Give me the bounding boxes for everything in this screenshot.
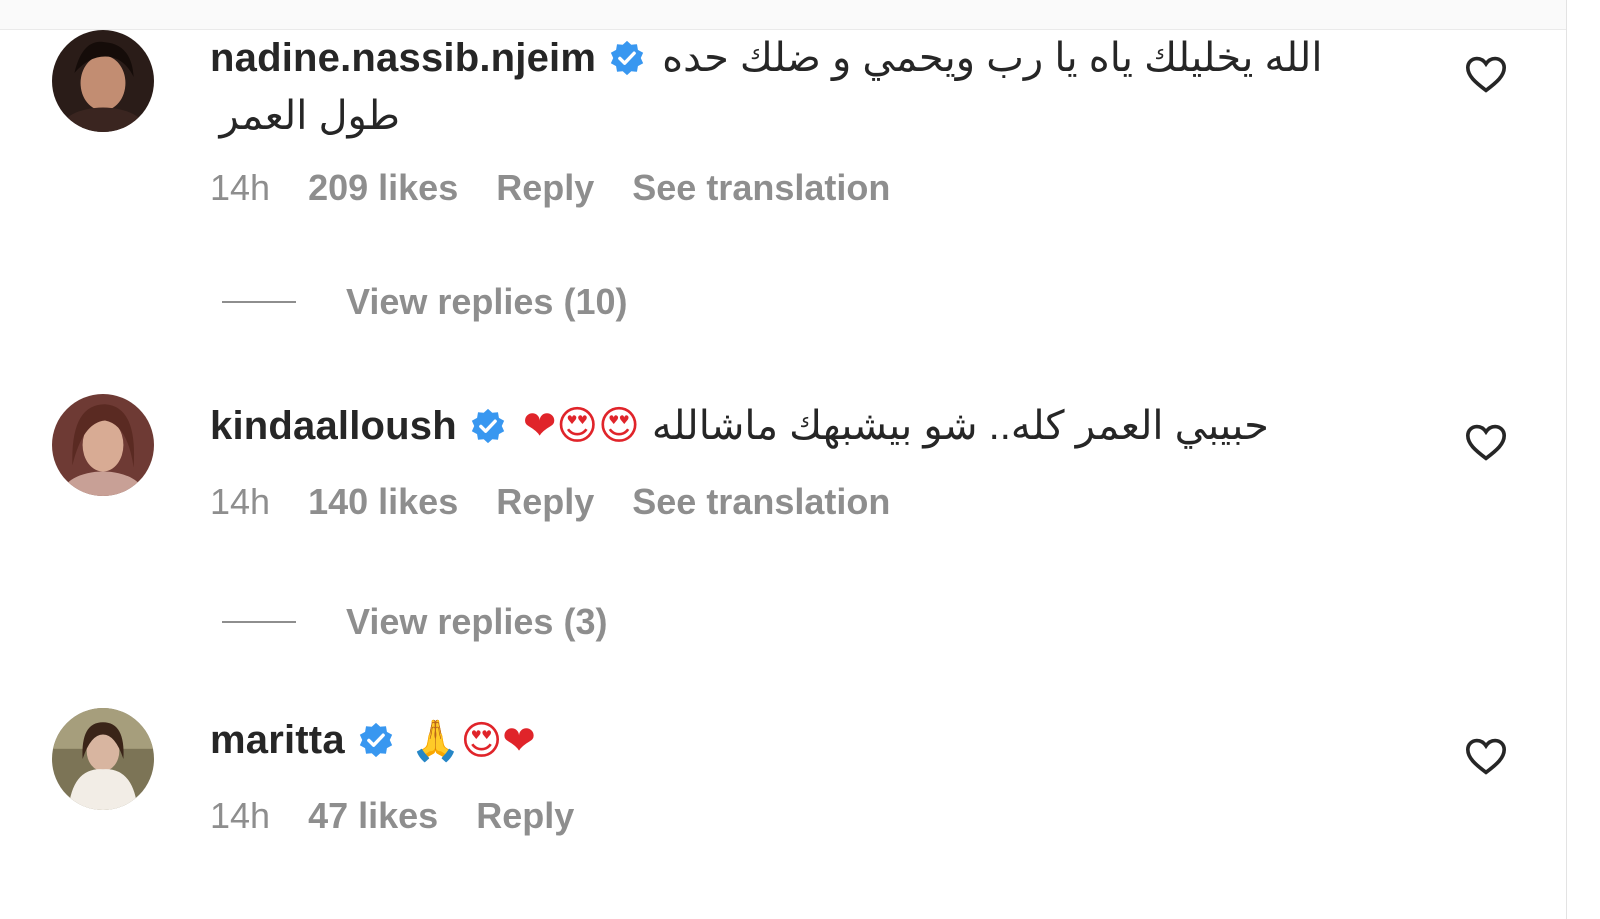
reply-button[interactable]: Reply xyxy=(496,481,594,523)
comment-text-continued: طول العمر xyxy=(219,94,400,138)
panel-top-edge xyxy=(0,0,1600,30)
heart-outline-icon xyxy=(1465,424,1507,461)
like-button[interactable] xyxy=(1464,54,1508,94)
likes-count[interactable]: 140 likes xyxy=(308,481,458,523)
comment-text: حبيبي العمر كله.. شو بيشبهك ماشالله xyxy=(651,404,1269,448)
avatar[interactable] xyxy=(52,394,154,496)
view-replies-button[interactable]: View replies (3) xyxy=(222,594,607,650)
heart-outline-icon xyxy=(1465,56,1507,93)
comment-item: maritta 🙏😍❤ 14h 47 likes Reply xyxy=(0,708,1566,858)
see-translation-button[interactable]: See translation xyxy=(632,481,890,523)
replies-divider xyxy=(222,301,296,303)
view-replies-button[interactable]: View replies (10) xyxy=(222,274,627,330)
comment-time[interactable]: 14h xyxy=(210,481,270,523)
heart-outline-icon xyxy=(1465,738,1507,775)
scrollbar-track[interactable] xyxy=(1566,0,1600,919)
verified-badge-icon xyxy=(471,408,505,444)
username[interactable]: kindaalloush xyxy=(210,404,457,449)
comments-panel: nadine.nassib.njeim الله يخليلك ياه يا ر… xyxy=(0,0,1600,919)
replies-divider xyxy=(222,621,296,623)
verified-badge-icon xyxy=(610,40,644,76)
comment-time[interactable]: 14h xyxy=(210,167,270,209)
emoji-sequence: 🙏😍❤ xyxy=(410,717,536,764)
verified-badge-icon xyxy=(359,722,392,758)
comment-item: nadine.nassib.njeim الله يخليلك ياه يا ر… xyxy=(0,28,1566,278)
username[interactable]: maritta xyxy=(210,718,345,763)
like-button[interactable] xyxy=(1464,422,1508,462)
avatar[interactable] xyxy=(52,708,154,810)
reply-button[interactable]: Reply xyxy=(496,167,594,209)
like-button[interactable] xyxy=(1464,736,1508,776)
reply-button[interactable]: Reply xyxy=(476,795,574,837)
comment-text: الله يخليلك ياه يا رب ويحمي و ضلك حده xyxy=(662,36,1323,80)
comment-item: kindaalloush ❤😍😍 حبيبي العمر كله.. شو بي… xyxy=(0,394,1566,544)
view-replies-label: View replies (10) xyxy=(346,281,628,322)
emoji-sequence: ❤😍😍 xyxy=(522,403,640,449)
comment-time[interactable]: 14h xyxy=(210,795,270,837)
likes-count[interactable]: 47 likes xyxy=(308,795,438,837)
view-replies-label: View replies (3) xyxy=(346,601,608,642)
username[interactable]: nadine.nassib.njeim xyxy=(210,36,596,81)
avatar[interactable] xyxy=(52,30,154,132)
see-translation-button[interactable]: See translation xyxy=(632,167,890,209)
likes-count[interactable]: 209 likes xyxy=(308,167,458,209)
